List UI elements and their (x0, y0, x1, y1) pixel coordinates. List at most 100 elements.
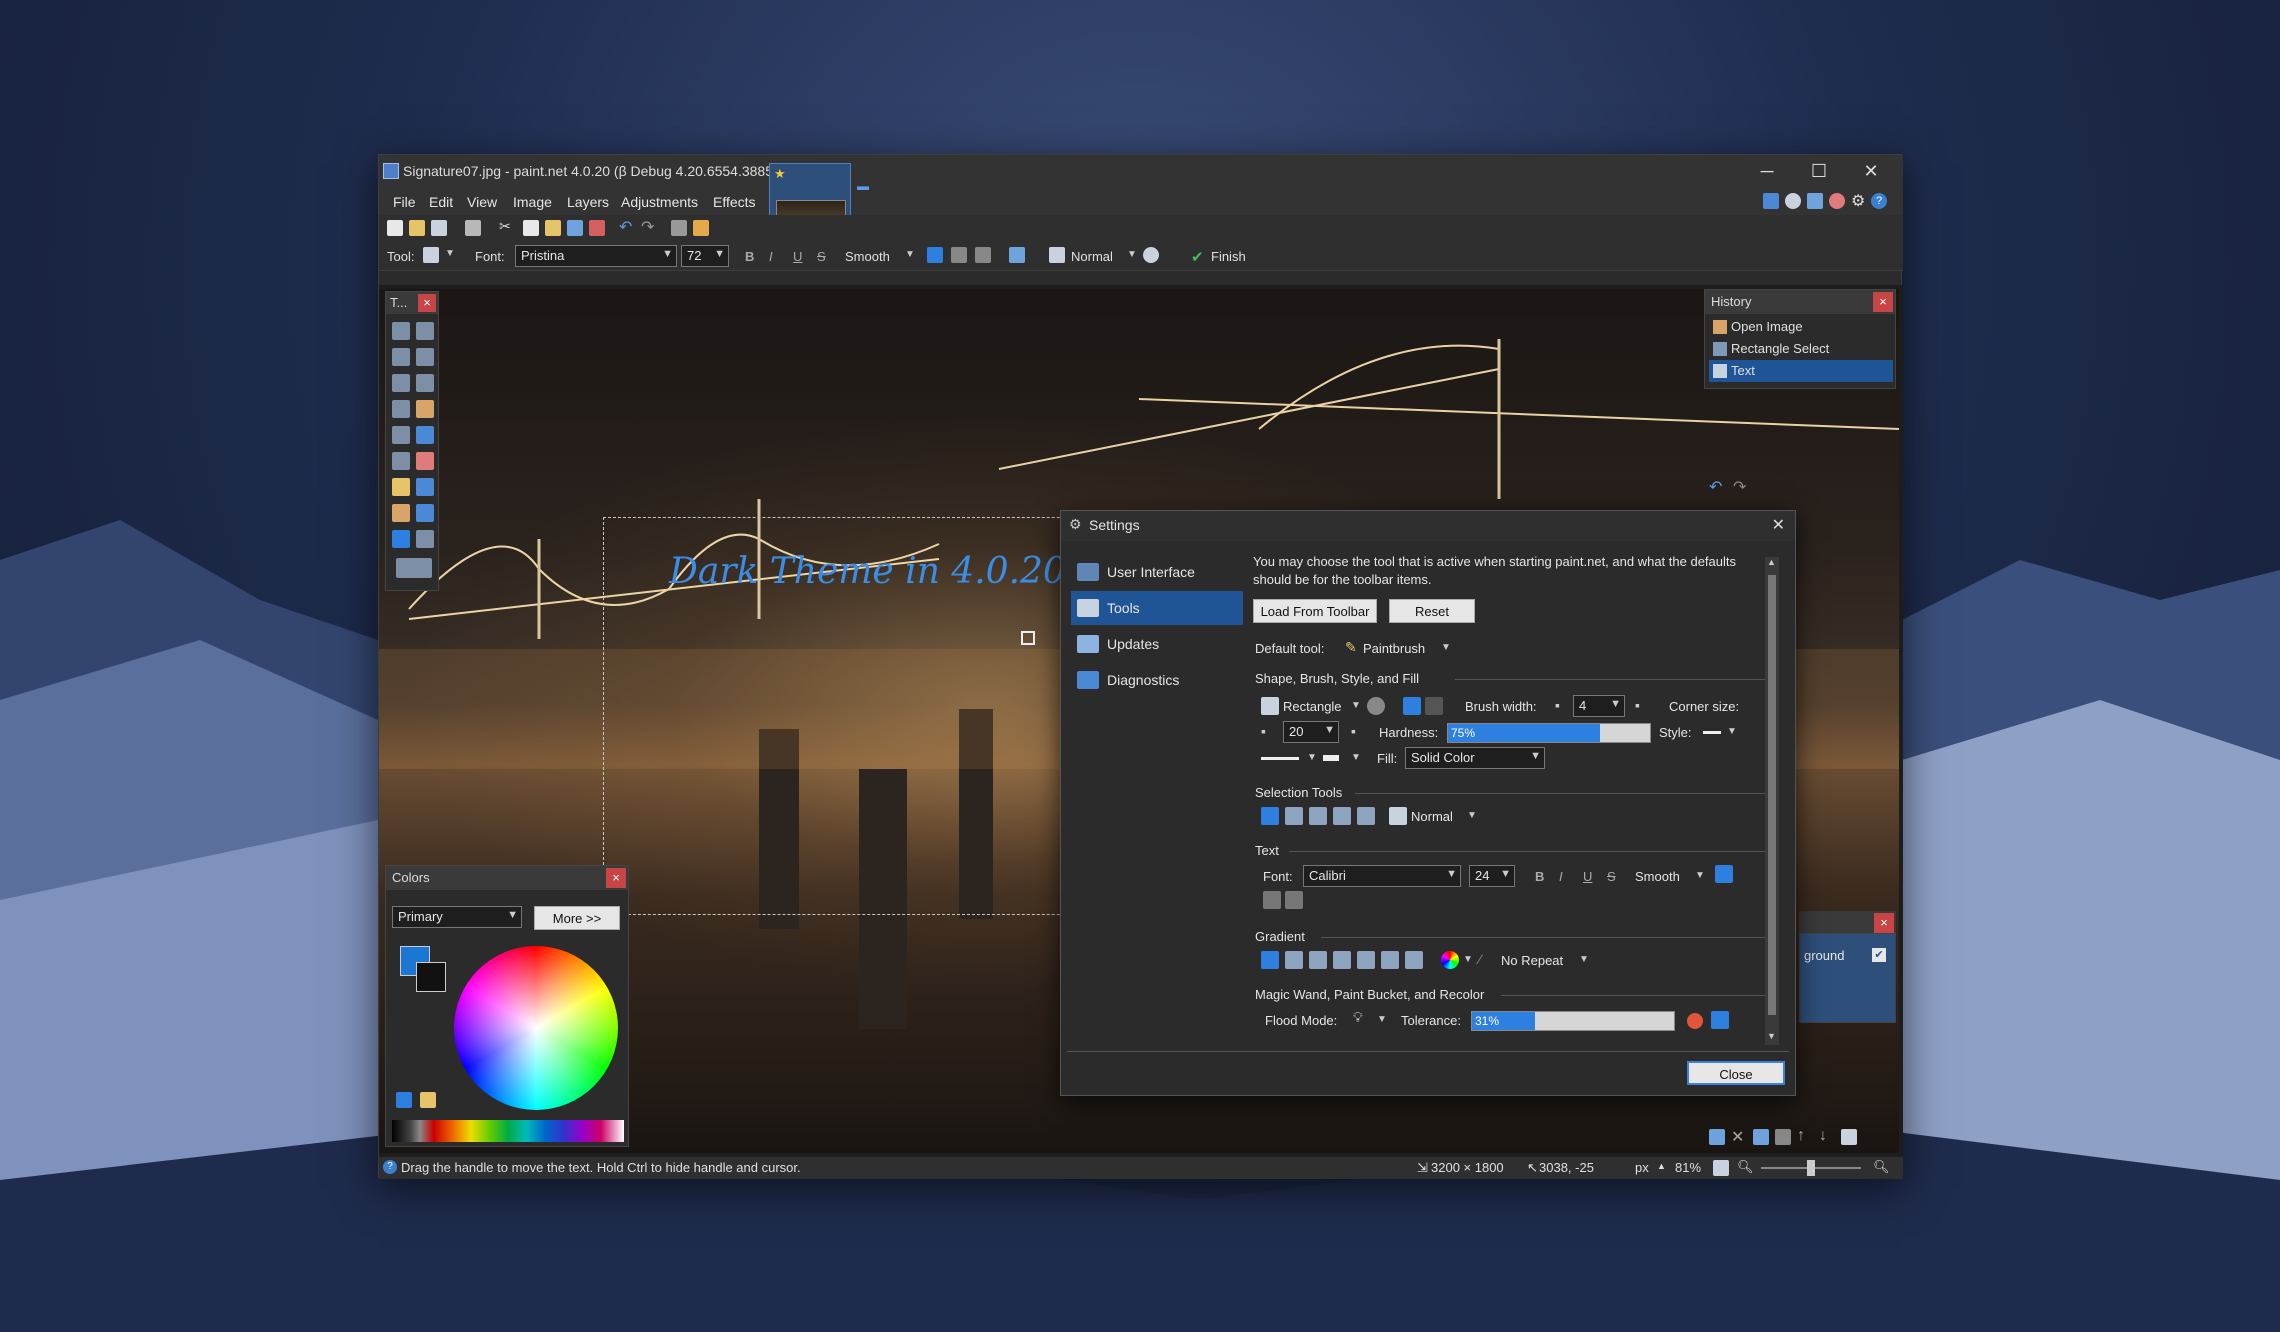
default-tool-select[interactable]: Paintbrush (1363, 641, 1425, 656)
selection-mode-icon[interactable] (1143, 247, 1159, 263)
reset-button[interactable]: Reset (1389, 599, 1475, 623)
deselect-icon[interactable] (589, 220, 605, 236)
dash-style-icon[interactable] (1261, 757, 1299, 760)
chevron-down-icon[interactable]: ▼ (1467, 810, 1477, 821)
brush-width-input[interactable]: 4 ▼ (1573, 695, 1625, 717)
close-icon[interactable]: × (1874, 913, 1894, 933)
chevron-down-icon[interactable]: ▼ (1351, 700, 1361, 711)
paintbrush-tool[interactable] (392, 452, 410, 470)
decrease-icon[interactable]: ▪ (1261, 723, 1266, 739)
palette-strip[interactable] (392, 1120, 624, 1142)
antialias-icon[interactable] (1009, 247, 1025, 263)
close-icon[interactable]: ✕ (1772, 515, 1785, 535)
antialias-off-icon[interactable] (1425, 697, 1443, 715)
increase-icon[interactable]: ▪ (1351, 723, 1356, 739)
text-underline-button[interactable]: U (1583, 869, 1592, 884)
rectangle-shape-icon[interactable] (1261, 697, 1279, 715)
menu-view[interactable]: View (467, 194, 497, 210)
italic-button[interactable]: I (769, 249, 773, 264)
add-layer-icon[interactable] (1709, 1129, 1725, 1145)
gradient-repeat-select[interactable]: No Repeat (1501, 953, 1563, 968)
paint-bucket-tool[interactable] (392, 426, 410, 444)
font-select[interactable]: Pristina ▼ (515, 245, 677, 267)
chevron-down-icon[interactable]: ▼ (1377, 1014, 1387, 1025)
chevron-up-icon[interactable]: ▲ (1657, 1161, 1666, 1171)
chevron-down-icon[interactable]: ▼ (1307, 752, 1317, 763)
chevron-down-icon[interactable]: ▼ (1441, 642, 1451, 653)
settings-scrollbar[interactable]: ▲ ▼ (1765, 557, 1779, 1045)
ellipse-select-tool[interactable] (392, 374, 410, 392)
layers-toggle-icon[interactable] (1807, 193, 1823, 209)
selection-intersect-icon[interactable] (1333, 807, 1351, 825)
layer-properties-icon[interactable] (1841, 1129, 1857, 1145)
sampling-icon[interactable] (1687, 1013, 1703, 1029)
menu-edit[interactable]: Edit (429, 194, 453, 210)
text-align-right-icon[interactable] (1285, 891, 1303, 909)
shapes-tool[interactable] (396, 558, 432, 578)
chevron-down-icon[interactable]: ▼ (905, 249, 915, 260)
chevron-down-icon[interactable]: ▼ (1351, 752, 1361, 763)
finish-button[interactable]: Finish (1211, 249, 1246, 264)
chevron-down-icon[interactable]: ▼ (1579, 954, 1589, 965)
zoom-tool[interactable] (416, 374, 434, 392)
decrease-icon[interactable]: ▪ (1555, 697, 1560, 713)
zoom-in-icon[interactable]: 🔍︎ (1873, 1159, 1890, 1175)
rendering-select[interactable]: Smooth (845, 249, 890, 264)
grid-icon[interactable] (671, 220, 687, 236)
sampling-layer-icon[interactable] (1711, 1011, 1729, 1029)
corner-size-input[interactable]: 20 ▼ (1283, 721, 1339, 743)
menu-adjustments[interactable]: Adjustments (621, 194, 698, 210)
secondary-color-swatch[interactable] (416, 962, 446, 992)
color-wheel[interactable] (454, 946, 618, 1110)
nav-updates[interactable]: Updates (1071, 627, 1243, 661)
nav-tools[interactable]: Tools (1071, 591, 1243, 625)
menu-image[interactable]: Image (513, 194, 552, 210)
align-center-icon[interactable] (951, 247, 967, 263)
menu-layers[interactable]: Layers (567, 194, 609, 210)
gradient-color-mode-icon[interactable] (1441, 951, 1459, 969)
text-strike-button[interactable]: S (1607, 869, 1616, 884)
color-mode-select[interactable]: Primary ▼ (392, 906, 522, 928)
nav-user-interface[interactable]: User Interface (1071, 555, 1243, 589)
gradient-radial-icon[interactable] (1333, 951, 1351, 969)
close-icon[interactable]: × (1873, 292, 1893, 312)
undo-icon[interactable]: ↶ (619, 217, 632, 237)
tools-toggle-icon[interactable] (1763, 193, 1779, 209)
move-selection-tool[interactable] (416, 348, 434, 366)
open-icon[interactable] (409, 220, 425, 236)
color-picker-tool[interactable] (416, 478, 434, 496)
chevron-down-icon[interactable]: ▼ (445, 248, 455, 259)
save-icon[interactable] (431, 220, 447, 236)
gradient-reflected-icon[interactable] (1285, 951, 1303, 969)
maximize-button[interactable]: ☐ (1793, 157, 1845, 187)
chevron-down-icon[interactable]: ▼ (1727, 726, 1737, 737)
magic-wand-tool[interactable] (392, 400, 410, 418)
print-icon[interactable] (465, 220, 481, 236)
chevron-down-icon[interactable]: ▼ (1463, 954, 1473, 965)
gradient-linear-icon[interactable] (1261, 951, 1279, 969)
eraser-tool[interactable] (416, 452, 434, 470)
cap-style-icon[interactable] (1323, 755, 1339, 761)
text-align-center-icon[interactable] (1263, 891, 1281, 909)
blend-mode-select[interactable]: Normal (1071, 249, 1113, 264)
history-toggle-icon[interactable] (1785, 193, 1801, 209)
scrollbar-thumb[interactable] (1768, 575, 1776, 1015)
menu-effects[interactable]: Effects (713, 194, 756, 210)
font-size-select[interactable]: 72 ▼ (681, 245, 729, 267)
undo-icon[interactable]: ↶ (1709, 477, 1722, 497)
recolor-tool[interactable] (416, 504, 434, 522)
text-italic-button[interactable]: I (1559, 869, 1563, 884)
chevron-down-icon[interactable]: ▼ (1767, 1031, 1776, 1041)
gradient-diamond-icon[interactable] (1309, 951, 1327, 969)
selection-invert-icon[interactable] (1357, 807, 1375, 825)
text-tool-icon[interactable] (423, 247, 439, 263)
antialias-on-icon[interactable] (1403, 697, 1421, 715)
close-button[interactable]: ✕ (1845, 157, 1897, 187)
close-icon[interactable]: × (418, 294, 436, 312)
zoom-level[interactable]: 81% (1675, 1160, 1701, 1175)
bold-button[interactable]: B (745, 249, 754, 264)
duplicate-layer-icon[interactable] (1753, 1129, 1769, 1145)
help-icon[interactable]: ? (1871, 193, 1887, 209)
minimize-button[interactable]: ─ (1741, 157, 1793, 187)
gradient-spiral-ccw-icon[interactable] (1405, 951, 1423, 969)
